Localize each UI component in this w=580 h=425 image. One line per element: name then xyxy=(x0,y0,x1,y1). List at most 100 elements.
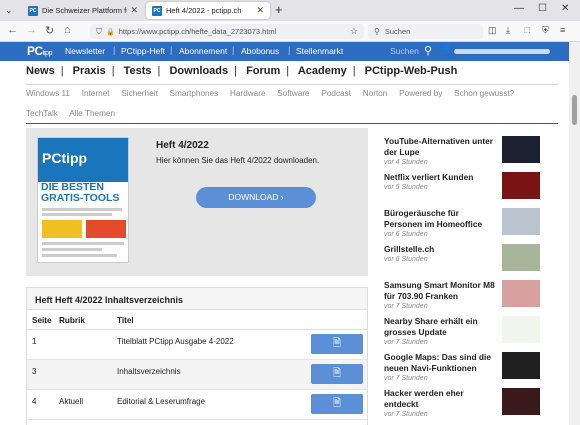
nav-praxis[interactable]: Praxis xyxy=(73,65,106,77)
news-title[interactable]: Google Maps: Das sind die neuen Navi-Fun… xyxy=(384,352,498,374)
close-window-icon[interactable]: ✕ xyxy=(561,3,569,14)
header-link-stellenmarkt[interactable]: Stellenmarkt xyxy=(296,46,343,56)
user-email[interactable] xyxy=(454,49,550,54)
menu-icon[interactable]: ≡ xyxy=(560,25,565,35)
topic-link[interactable]: Internet xyxy=(82,89,110,98)
topic-link[interactable]: Podcast xyxy=(321,89,351,98)
browser-tab-2[interactable]: PC Heft 4/2022 - pctipp.ch ✕ xyxy=(146,2,270,19)
forward-icon[interactable]: → xyxy=(26,24,37,36)
lock-icon[interactable]: 🔒 xyxy=(106,28,115,36)
news-item[interactable]: Netflix verliert Kunden vor 5 Stunden xyxy=(384,172,548,208)
download-button[interactable]: DOWNLOAD › xyxy=(196,187,316,208)
header-link-newsletter[interactable]: Newsletter xyxy=(65,46,105,56)
news-title[interactable]: Hacker werden eher entdeckt xyxy=(384,388,498,410)
news-title[interactable]: Bürogeräusche für Personen im Homeoffice xyxy=(384,208,498,230)
cover-logo: PCtipp xyxy=(42,150,88,166)
news-title[interactable]: Grillstelle.ch xyxy=(384,244,498,255)
browser-tab-1[interactable]: PC Die Schweizer Plattform für Co ✕ xyxy=(22,2,144,19)
minimize-icon[interactable]: — xyxy=(514,3,524,14)
nav-separator: | xyxy=(157,65,161,77)
home-icon[interactable]: ⌂ xyxy=(64,24,71,36)
news-time: vor 7 Stunden xyxy=(384,411,428,418)
pocket-icon[interactable]: ◫ xyxy=(488,25,497,36)
nav-tests[interactable]: Tests xyxy=(124,65,152,77)
topic-link[interactable]: Windows 11 xyxy=(26,89,70,98)
nav-downloads[interactable]: Downloads xyxy=(169,65,228,77)
news-thumbnail[interactable] xyxy=(502,208,540,235)
browser-tab-bar: ⌄ PC Die Schweizer Plattform für Co ✕ PC… xyxy=(0,0,580,21)
cover-text-line xyxy=(42,248,102,251)
site-header: PCtipp Newsletter | PCtipp-Heft | Abonne… xyxy=(0,42,569,61)
close-tab-icon[interactable]: ✕ xyxy=(256,5,264,16)
header-link-abonnement[interactable]: Abonnement xyxy=(179,46,227,56)
site-search-input[interactable]: Suchen xyxy=(390,46,419,56)
topic-link[interactable]: TechTalk xyxy=(26,109,58,118)
tab-title: Heft 4/2022 - pctipp.ch xyxy=(166,6,242,15)
topic-navigation-row2: TechTalk Alle Themen xyxy=(26,109,125,118)
news-item[interactable]: Bürogeräusche für Personen im Homeoffice… xyxy=(384,208,548,244)
new-tab-button[interactable]: + xyxy=(275,2,283,17)
header-link-heft[interactable]: PCtipp-Heft xyxy=(121,46,165,56)
pdf-download-button[interactable]: 🗎 xyxy=(311,334,363,354)
topic-link[interactable]: Smartphones xyxy=(170,89,219,98)
topic-link[interactable]: Sicherheit xyxy=(121,89,157,98)
user-icon[interactable]: 👤 xyxy=(440,44,452,55)
nav-forum[interactable]: Forum xyxy=(246,65,280,77)
news-thumbnail[interactable] xyxy=(502,280,540,307)
news-title[interactable]: Nearby Share erhält ein grosses Update xyxy=(384,316,498,338)
topic-link[interactable]: Powered by xyxy=(399,89,442,98)
nav-news[interactable]: News xyxy=(26,65,55,77)
scrollbar-thumb[interactable] xyxy=(572,95,577,125)
magazine-cover-image[interactable]: PCtipp DIE BESTEN GRATIS-TOOLS xyxy=(37,137,129,263)
news-title[interactable]: YouTube-Alternativen unter der Lupe xyxy=(384,136,498,158)
news-item[interactable]: YouTube-Alternativen unter der Lupe vor … xyxy=(384,136,548,172)
pctipp-logo[interactable]: PCtipp xyxy=(27,43,59,60)
news-title[interactable]: Samsung Smart Monitor M8 für 703.90 Fran… xyxy=(384,280,498,302)
header-separator: | xyxy=(232,45,235,55)
topic-link[interactable]: Hardware xyxy=(230,89,266,98)
bookmark-star-icon[interactable]: ☆ xyxy=(350,26,358,37)
pdf-download-button[interactable]: 🗎 xyxy=(311,364,363,384)
news-thumbnail[interactable] xyxy=(502,136,540,163)
tab-list-icon[interactable]: ⌄ xyxy=(5,5,13,16)
news-thumbnail[interactable] xyxy=(502,316,540,343)
shield-icon[interactable]: ⛉ xyxy=(96,27,102,37)
pdf-icon: 🗎 xyxy=(332,338,342,349)
reload-icon[interactable]: ↻ xyxy=(45,24,54,37)
nav-academy[interactable]: Academy xyxy=(298,65,347,77)
header-link-abobonus[interactable]: Abobonus xyxy=(241,46,279,56)
issue-title: Heft 4/2022 xyxy=(156,140,209,151)
topic-link[interactable]: Norton xyxy=(363,89,388,98)
pctipp-favicon: PC xyxy=(152,5,162,16)
address-bar[interactable]: ⛉ 🔒 https://www.pctipp.ch/hefte_data_272… xyxy=(90,24,364,39)
topic-link[interactable]: Schon gewusst? xyxy=(454,89,514,98)
news-item[interactable]: Hacker werden eher entdeckt vor 7 Stunde… xyxy=(384,388,548,424)
toc-heading: Heft Heft 4/2022 Inhaltsverzeichnis xyxy=(27,288,367,310)
news-item[interactable]: Samsung Smart Monitor M8 für 703.90 Fran… xyxy=(384,280,548,316)
topic-link[interactable]: Alle Themen xyxy=(69,109,115,118)
search-icon[interactable]: ⚲ xyxy=(424,44,432,57)
news-item[interactable]: Google Maps: Das sind die neuen Navi-Fun… xyxy=(384,352,548,388)
news-thumbnail[interactable] xyxy=(502,172,540,199)
nav-web-push[interactable]: PCtipp-Web-Push xyxy=(365,65,458,77)
col-titel: Titel xyxy=(117,316,134,325)
download-icon[interactable]: ⤓ xyxy=(506,25,510,36)
back-icon[interactable]: ← xyxy=(7,24,18,36)
topic-link[interactable]: Software xyxy=(277,89,309,98)
header-separator: | xyxy=(113,45,116,55)
shield-extension-icon[interactable]: ⛨ xyxy=(542,25,549,36)
news-thumbnail[interactable] xyxy=(502,352,540,379)
pdf-download-button[interactable]: 🗎 xyxy=(311,394,363,414)
news-title[interactable]: Netflix verliert Kunden xyxy=(384,172,498,183)
chevron-right-icon: › xyxy=(280,192,284,202)
maximize-icon[interactable]: ☐ xyxy=(538,3,547,14)
browser-search-input[interactable]: ⚲ Suchen xyxy=(368,24,483,39)
extension-icon[interactable]: ⬚ xyxy=(524,26,531,34)
close-tab-icon[interactable]: ✕ xyxy=(130,5,138,16)
header-separator: | xyxy=(170,45,173,55)
news-item[interactable]: Nearby Share erhält ein grosses Update v… xyxy=(384,316,548,352)
news-thumbnail[interactable] xyxy=(502,388,540,415)
news-thumbnail[interactable] xyxy=(502,244,540,271)
news-item[interactable]: Grillstelle.ch vor 6 Stunden xyxy=(384,244,548,280)
col-rubrik: Rubrik xyxy=(59,316,85,325)
